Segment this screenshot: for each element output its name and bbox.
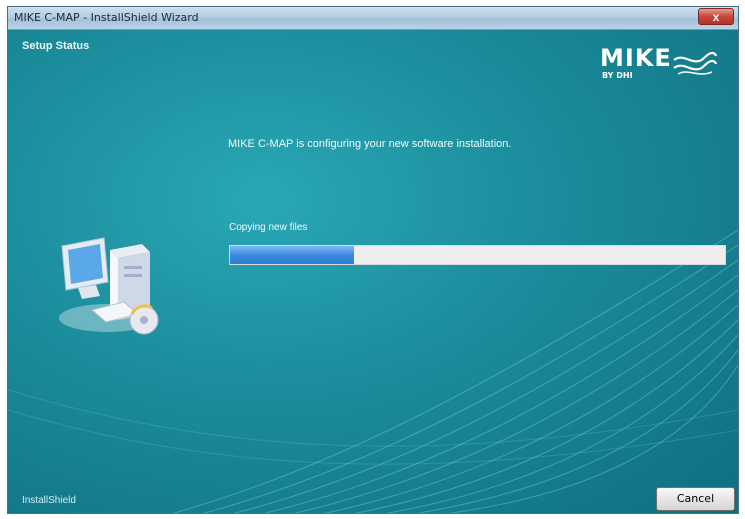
title-bar[interactable]: MIKE C-MAP - InstallShield Wizard x [8, 7, 738, 30]
close-button[interactable]: x [698, 8, 734, 25]
wizard-content: Setup Status MIKE BY DHI MIKE C-MAP is c… [8, 30, 738, 513]
installshield-brand: InstallShield [22, 495, 76, 506]
installer-window: MIKE C-MAP - InstallShield Wizard x Setu [7, 6, 739, 514]
mike-wave-logo-icon [673, 51, 718, 75]
cancel-button[interactable]: Cancel [656, 487, 735, 511]
progress-fill [230, 246, 354, 264]
logo-subtext: BY DHI [602, 71, 633, 80]
close-icon: x [712, 10, 720, 24]
computer-install-icon [59, 237, 159, 335]
progress-label: Copying new files [229, 222, 308, 233]
status-message: MIKE C-MAP is configuring your new softw… [228, 138, 512, 150]
mike-logo: MIKE BY DHI [600, 44, 720, 88]
logo-text: MIKE [600, 44, 672, 72]
window-title: MIKE C-MAP - InstallShield Wizard [14, 11, 199, 24]
section-title: Setup Status [22, 40, 90, 52]
progress-bar [229, 245, 726, 265]
